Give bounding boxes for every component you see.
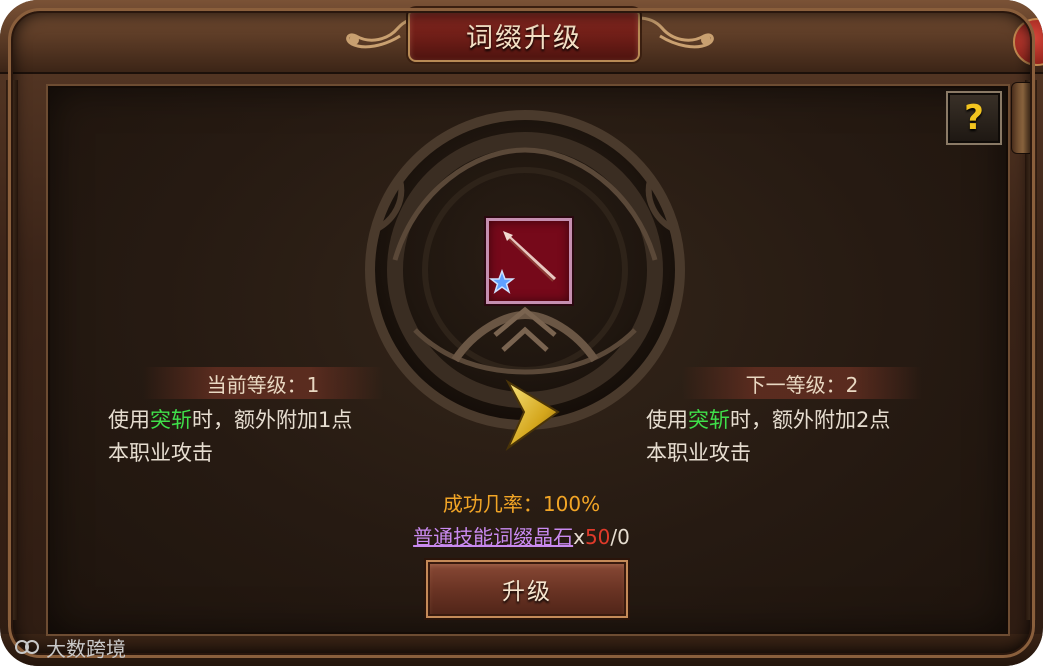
current-desc-line1: 使用突斩时，额外附加1点 [108, 408, 353, 432]
material-requirement: 普通技能词缀晶石x50/0 [413, 525, 630, 549]
next-desc-line1: 使用突斩时，额外附加2点 [646, 408, 891, 432]
material-needed: 50 [584, 525, 611, 549]
current-level-label: 当前等级：1 [143, 367, 383, 399]
next-level-description: 使用突斩时，额外附加2点 本职业攻击 [646, 404, 946, 470]
material-link[interactable]: 普通技能词缀晶石 [413, 525, 573, 549]
watermark-text: 大数跨境 [46, 636, 126, 661]
arrow-right-icon [505, 379, 560, 451]
upgrade-button-label: 升级 [502, 579, 552, 605]
watermark: 大数跨境 [14, 632, 126, 662]
help-button[interactable]: ? [946, 91, 1002, 145]
next-desc-line2: 本职业攻击 [646, 441, 751, 465]
current-skill-name: 突斩 [150, 408, 192, 432]
star-icon [489, 269, 515, 294]
watermark-logo-icon [15, 640, 39, 654]
current-level-description: 使用突斩时，额外附加1点 本职业攻击 [108, 404, 408, 470]
material-owned: 0 [617, 525, 630, 549]
success-rate: 成功几率：100% [442, 492, 601, 516]
item-slot[interactable] [486, 218, 572, 304]
next-level-label: 下一等级：2 [682, 367, 922, 399]
question-icon: ? [964, 98, 984, 138]
upgrade-button[interactable]: 升级 [426, 560, 628, 618]
next-skill-name: 突斩 [688, 408, 730, 432]
upgrade-dialog: 词缀升级 ? 当前等级：1 下一等级：2 使用突斩时，额外附加1点 本职业攻击 … [0, 0, 1043, 666]
current-desc-line2: 本职业攻击 [108, 441, 213, 465]
